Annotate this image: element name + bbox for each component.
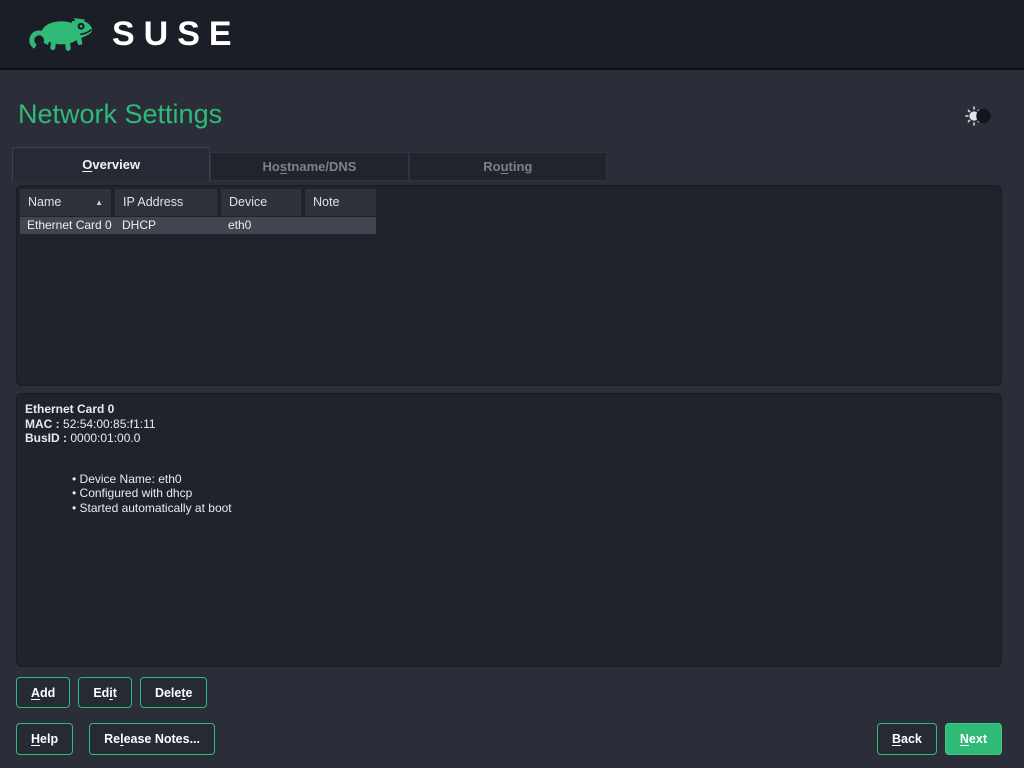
table-header-row: Name ▲ IP Address Device Note xyxy=(20,189,998,216)
mac-value: 52:54:00:85:f1:11 xyxy=(63,417,156,431)
sun-moon-theme-toggle-icon xyxy=(963,115,993,132)
table-actions: Add Edit Delete xyxy=(16,677,207,708)
column-header-device[interactable]: Device xyxy=(221,189,301,216)
detail-item-started: Started automatically at boot xyxy=(72,501,993,516)
tab-hostname-dns-label: Hostname/DNS xyxy=(263,159,357,174)
suse-chameleon-icon xyxy=(26,9,100,60)
network-devices-table: Name ▲ IP Address Device Note Ethernet C… xyxy=(16,185,1002,386)
column-header-ip-address[interactable]: IP Address xyxy=(115,189,217,216)
tab-overview[interactable]: Overview xyxy=(12,147,210,181)
footer-right-buttons: Back Next xyxy=(877,723,1002,755)
sort-asc-icon: ▲ xyxy=(95,189,103,216)
column-header-note[interactable]: Note xyxy=(305,189,376,216)
cell-ip: DHCP xyxy=(115,217,221,234)
details-bullet-list: Device Name: eth0 Configured with dhcp S… xyxy=(25,472,993,516)
tab-routing-label: Routing xyxy=(483,159,532,174)
help-button[interactable]: Help xyxy=(16,723,73,755)
busid-label: BusID : xyxy=(25,431,67,445)
details-mac-line: MAC : 52:54:00:85:f1:11 xyxy=(25,417,993,432)
cell-note xyxy=(305,217,376,234)
cell-device: eth0 xyxy=(221,217,305,234)
device-details-panel: Ethernet Card 0 MAC : 52:54:00:85:f1:11 … xyxy=(16,393,1002,667)
suse-logo: SUSE xyxy=(26,9,241,60)
tab-bar: Overview Hostname/DNS Routing xyxy=(12,147,607,181)
tab-routing[interactable]: Routing xyxy=(409,152,607,181)
wizard-footer: Help Release Notes... Back Next xyxy=(16,723,1002,755)
theme-toggle-button[interactable] xyxy=(963,104,993,128)
edit-button[interactable]: Edit xyxy=(78,677,132,708)
delete-button[interactable]: Delete xyxy=(140,677,208,708)
tab-overview-label: Overview xyxy=(82,157,140,172)
detail-item-configured: Configured with dhcp xyxy=(72,486,993,501)
suse-wordmark: SUSE xyxy=(112,17,241,51)
details-device-title: Ethernet Card 0 xyxy=(25,402,993,417)
page-title: Network Settings xyxy=(18,99,222,130)
next-button[interactable]: Next xyxy=(945,723,1002,755)
column-header-name[interactable]: Name ▲ xyxy=(20,189,111,216)
footer-left-buttons: Help Release Notes... xyxy=(16,723,215,755)
release-notes-button[interactable]: Release Notes... xyxy=(89,723,215,755)
topbar: SUSE xyxy=(0,0,1024,70)
detail-item-device-name: Device Name: eth0 xyxy=(72,472,993,487)
details-busid-line: BusID : 0000:01:00.0 xyxy=(25,431,993,446)
cell-name: Ethernet Card 0 xyxy=(20,217,115,234)
back-button[interactable]: Back xyxy=(877,723,937,755)
busid-value: 0000:01:00.0 xyxy=(70,431,140,445)
table-row-ethernet-card-0[interactable]: Ethernet Card 0 DHCP eth0 xyxy=(20,217,376,234)
add-button[interactable]: Add xyxy=(16,677,70,708)
mac-label: MAC : xyxy=(25,417,60,431)
tab-hostname-dns[interactable]: Hostname/DNS xyxy=(210,152,408,181)
